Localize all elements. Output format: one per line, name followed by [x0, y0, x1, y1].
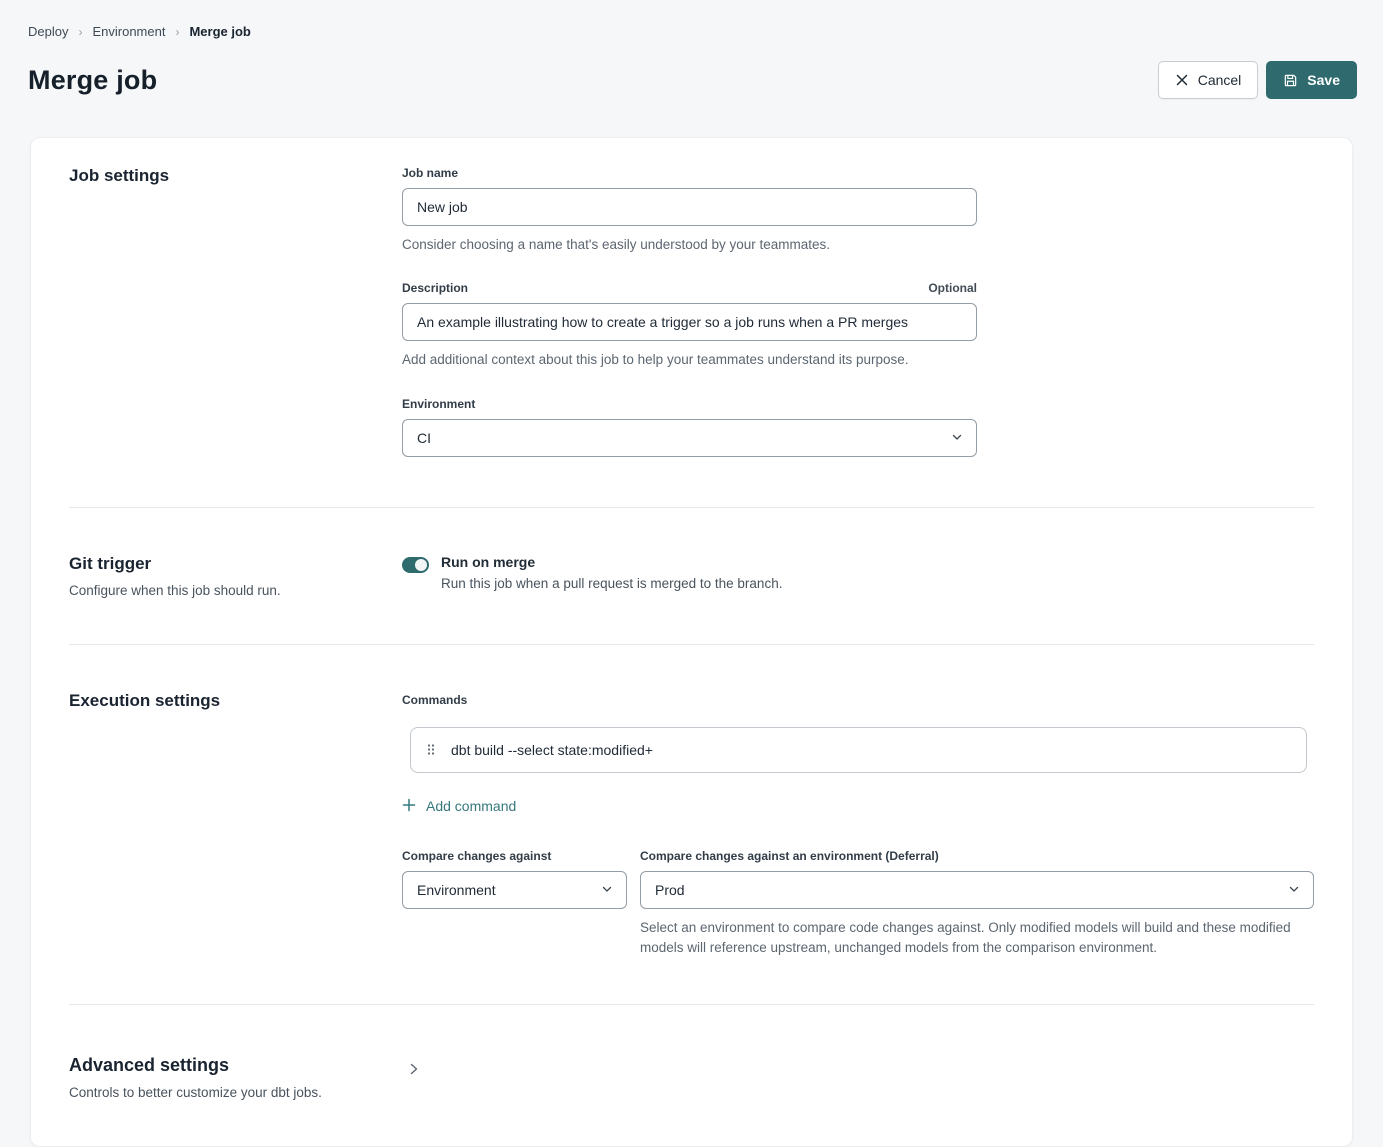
breadcrumb-item-merge-job: Merge job [189, 24, 250, 39]
deferral-helper: Select an environment to compare code ch… [640, 918, 1314, 959]
chevron-down-icon [1288, 882, 1300, 898]
job-name-field-group: Job name Consider choosing a name that's… [402, 166, 977, 255]
save-button-label: Save [1307, 72, 1340, 88]
chevron-right-icon: › [175, 25, 179, 39]
description-helper: Add additional context about this job to… [402, 350, 977, 370]
compare-row: Compare changes against Environment Comp… [402, 849, 1314, 959]
compare-changes-select-value: Environment [417, 882, 496, 898]
advanced-settings-subheading: Controls to better customize your dbt jo… [69, 1085, 402, 1100]
git-trigger-subheading: Configure when this job should run. [69, 583, 402, 598]
breadcrumb: Deploy › Environment › Merge job [28, 24, 1357, 39]
environment-field-group: Environment CI [402, 397, 977, 457]
commands-field-group: Commands dbt build --select state:modifi… [402, 691, 1314, 817]
execution-settings-heading: Execution settings [69, 691, 402, 711]
header-actions: Cancel Save [1158, 61, 1357, 99]
description-label: Description [402, 281, 468, 295]
toggle-knob [415, 559, 427, 571]
environment-select-value: CI [417, 430, 431, 446]
breadcrumb-item-environment[interactable]: Environment [92, 24, 165, 39]
deferral-label: Compare changes against an environment (… [640, 849, 939, 863]
advanced-settings-heading: Advanced settings [69, 1055, 402, 1076]
save-button[interactable]: Save [1266, 61, 1357, 99]
section-execution-settings: Execution settings Commands dbt build --… [31, 645, 1352, 1005]
x-icon [1175, 73, 1189, 87]
cancel-button[interactable]: Cancel [1158, 61, 1259, 99]
compare-changes-field-group: Compare changes against Environment [402, 849, 627, 959]
job-settings-heading: Job settings [69, 166, 402, 186]
chevron-right-icon [408, 1062, 420, 1081]
environment-label: Environment [402, 397, 475, 411]
deferral-field-group: Compare changes against an environment (… [640, 849, 1314, 959]
command-text[interactable]: dbt build --select state:modified+ [451, 742, 653, 758]
description-field-group: Description Optional Add additional cont… [402, 281, 977, 370]
git-trigger-heading: Git trigger [69, 554, 402, 574]
page-header: Deploy › Environment › Merge job Merge j… [0, 0, 1383, 99]
job-settings-card: Job settings Job name Consider choosing … [30, 137, 1353, 1147]
run-on-merge-description: Run this job when a pull request is merg… [441, 576, 782, 591]
run-on-merge-row: Run on merge Run this job when a pull re… [402, 554, 1314, 591]
drag-handle-dots-icon[interactable] [425, 739, 437, 760]
job-name-input[interactable] [402, 188, 977, 226]
advanced-settings-expand-button[interactable] [402, 1059, 426, 1083]
add-command-label: Add command [426, 798, 516, 814]
page-title: Merge job [28, 65, 157, 96]
job-name-helper: Consider choosing a name that's easily u… [402, 235, 977, 255]
commands-label: Commands [402, 693, 467, 707]
description-input[interactable] [402, 303, 977, 341]
breadcrumb-item-deploy[interactable]: Deploy [28, 24, 68, 39]
add-command-button[interactable]: Add command [402, 798, 516, 815]
deferral-select-value: Prod [655, 882, 685, 898]
section-git-trigger: Git trigger Configure when this job shou… [31, 508, 1352, 644]
deferral-select[interactable]: Prod [640, 871, 1314, 909]
section-advanced-settings: Advanced settings Controls to better cus… [31, 1005, 1352, 1146]
environment-select[interactable]: CI [402, 419, 977, 457]
compare-changes-select[interactable]: Environment [402, 871, 627, 909]
section-job-settings: Job settings Job name Consider choosing … [31, 138, 1352, 507]
floppy-disk-icon [1283, 73, 1298, 88]
cancel-button-label: Cancel [1198, 72, 1242, 88]
plus-icon [402, 798, 416, 815]
compare-changes-label: Compare changes against [402, 849, 551, 863]
description-optional-badge: Optional [928, 281, 977, 295]
chevron-down-icon [601, 882, 613, 898]
run-on-merge-label: Run on merge [441, 554, 782, 570]
chevron-down-icon [951, 430, 963, 446]
run-on-merge-toggle[interactable] [402, 557, 429, 573]
job-name-label: Job name [402, 166, 458, 180]
chevron-right-icon: › [78, 25, 82, 39]
command-row[interactable]: dbt build --select state:modified+ [410, 727, 1307, 773]
